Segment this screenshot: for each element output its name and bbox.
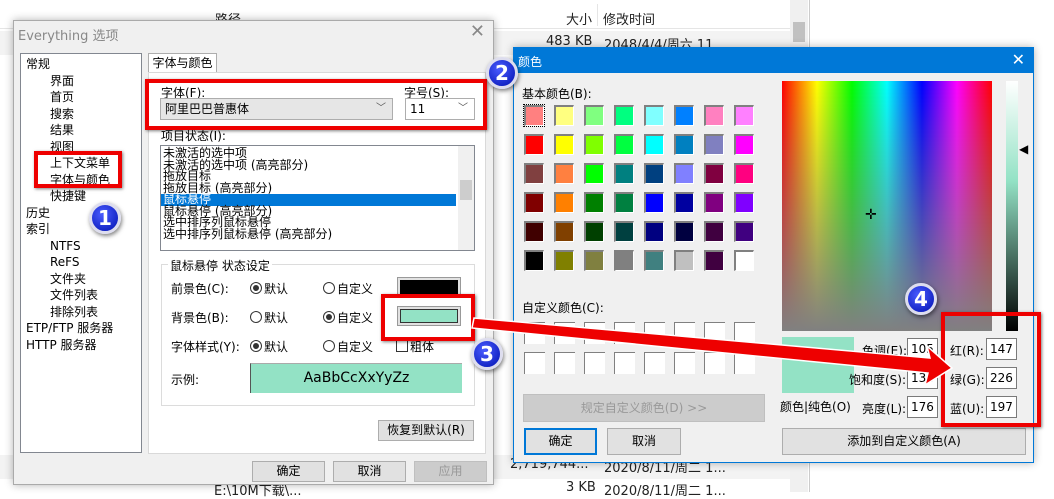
step-badge-2: 2 <box>486 57 518 89</box>
step-badge-3: 3 <box>471 338 503 370</box>
arrow-annotation <box>471 317 954 387</box>
step-badge-4: 4 <box>905 283 937 315</box>
step-badge-1: 1 <box>89 202 121 234</box>
